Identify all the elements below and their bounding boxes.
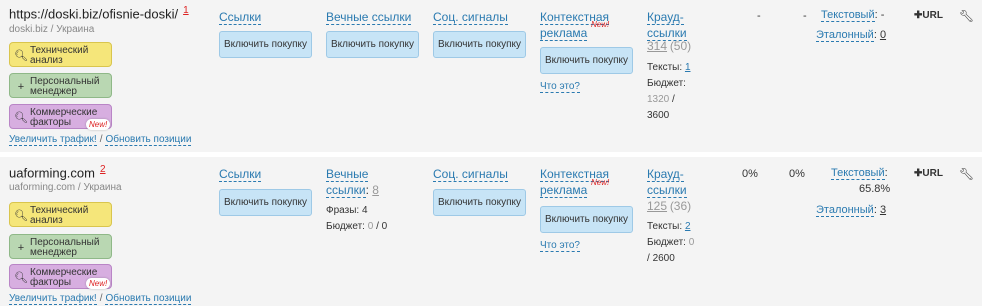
enable-purchase-links-button[interactable]: Включить покупку (219, 189, 312, 216)
budget-used: 1320 (647, 94, 670, 105)
phrases-value: 4 (361, 205, 368, 216)
site-row: uaforming.com 2 uaforming.com / Украина 🔍… (0, 157, 982, 306)
eternal-links-count[interactable]: 8 (372, 183, 379, 197)
reference-link[interactable]: Эталонный (816, 204, 874, 217)
site-url[interactable]: uaforming.com (9, 165, 95, 180)
site-number[interactable]: 2 (100, 164, 106, 175)
enable-purchase-social-button[interactable]: Включить покупку (433, 189, 526, 216)
bottom-links: Увеличить трафик! / Обновить позиции (9, 293, 192, 305)
eternal-links-header[interactable]: Вечные ссылки: 8 (326, 166, 386, 198)
personal-manager-button[interactable]: + Персональный менеджер (9, 73, 112, 98)
site-row: https://doski.biz/ofisnie-doski/1 doski.… (0, 0, 982, 152)
enable-purchase-links-button[interactable]: Включить покупку (219, 31, 312, 58)
enable-purchase-eternal-button[interactable]: Включить покупку (326, 31, 419, 58)
reference-link[interactable]: Эталонный (816, 29, 874, 42)
reference-value[interactable]: 3 (880, 204, 886, 216)
budget-label: Бюджет: (647, 237, 686, 248)
texts-value[interactable]: 2 (685, 221, 691, 232)
links-column-header[interactable]: Ссылки (219, 9, 262, 25)
position-change-2: 0% (789, 168, 805, 180)
search-icon: 🔍︎ (14, 49, 28, 62)
personal-manager-button[interactable]: + Персональный менеджер (9, 234, 112, 259)
site-url[interactable]: https://doski.biz/ofisnie-doski/ (9, 6, 178, 21)
budget-total: 3600 (647, 110, 670, 121)
tech-analysis-button[interactable]: 🔍︎ Технический анализ (9, 202, 112, 227)
site-number[interactable]: 1 (183, 5, 189, 16)
text-relevance-value: - (880, 9, 885, 21)
eternal-budget-label: Бюджет: (326, 221, 365, 232)
context-new-badge: New! (591, 20, 610, 29)
enable-purchase-context-button[interactable]: Включить покупку (540, 47, 633, 74)
context-new-badge: New! (591, 178, 610, 187)
add-url-button[interactable]: ✚URL (914, 168, 943, 179)
search-icon: 🔍︎ (14, 271, 28, 284)
texts-label: Тексты: (647, 62, 683, 73)
what-is-this-link[interactable]: Что это? (540, 81, 580, 93)
crowd-links-header[interactable]: Крауд-ссылки (647, 9, 717, 41)
phrases-label: Фразы: (326, 205, 360, 216)
new-badge: New! (86, 278, 111, 289)
position-change-1: 0% (742, 168, 758, 180)
wrench-icon[interactable]: 🔧︎ (959, 9, 974, 23)
social-signals-header[interactable]: Соц. сигналы (433, 166, 508, 182)
site-subtitle: doski.biz / Украина (9, 24, 95, 35)
enable-purchase-social-button[interactable]: Включить покупку (433, 31, 526, 58)
eternal-budget-used: 0 (367, 221, 374, 232)
increase-traffic-link[interactable]: Увеличить трафик! (9, 134, 97, 146)
search-icon: 🔍︎ (14, 209, 28, 222)
crowd-links-header[interactable]: Крауд-ссылки (647, 166, 717, 198)
links-column-header[interactable]: Ссылки (219, 166, 262, 182)
crowd-links-value[interactable]: 314 (647, 39, 667, 53)
budget-total: 2600 (652, 253, 675, 264)
text-relevance-link[interactable]: Текстовый (821, 9, 875, 22)
texts-label: Тексты: (647, 221, 683, 232)
tech-analysis-button[interactable]: 🔍︎ Технический анализ (9, 42, 112, 67)
eternal-links-header[interactable]: Вечные ссылки (326, 9, 412, 25)
social-signals-header[interactable]: Соц. сигналы (433, 9, 508, 25)
search-icon: 🔍︎ (14, 111, 28, 124)
reference-value[interactable]: 0 (880, 29, 886, 41)
plus-icon: + (17, 241, 25, 254)
position-change-2: - (803, 10, 807, 22)
text-relevance-value: 65.8% (859, 183, 891, 195)
add-url-button[interactable]: ✚URL (914, 10, 943, 21)
bottom-links: Увеличить трафик! / Обновить позиции (9, 134, 192, 146)
enable-purchase-context-button[interactable]: Включить покупку (540, 206, 633, 233)
text-relevance-link[interactable]: Текстовый (831, 167, 885, 180)
plus-icon: + (17, 80, 25, 93)
increase-traffic-link[interactable]: Увеличить трафик! (9, 293, 97, 305)
what-is-this-link[interactable]: Что это? (540, 240, 580, 252)
position-change-1: - (757, 10, 761, 22)
update-positions-link[interactable]: Обновить позиции (105, 134, 192, 146)
budget-label: Бюджет: (647, 78, 686, 89)
crowd-links-value[interactable]: 125 (647, 199, 667, 213)
eternal-budget-total: 0 (381, 221, 388, 232)
new-badge: New! (86, 119, 111, 130)
budget-used: 0 (688, 237, 695, 248)
crowd-links-count: (50) (669, 39, 692, 53)
site-subtitle: uaforming.com / Украина (9, 182, 122, 193)
wrench-icon[interactable]: 🔧︎ (959, 167, 974, 181)
crowd-links-count: (36) (669, 199, 692, 213)
update-positions-link[interactable]: Обновить позиции (105, 293, 192, 305)
texts-value[interactable]: 1 (685, 62, 691, 73)
